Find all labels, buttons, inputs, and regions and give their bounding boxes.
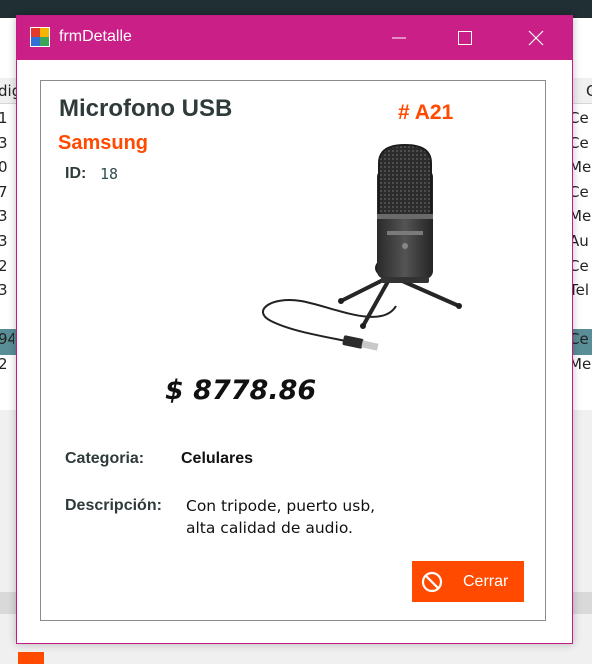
- category-value: Celulares: [181, 450, 254, 467]
- grid-cell-left: 1: [0, 306, 8, 324]
- grid-header-left: dig: [0, 82, 16, 100]
- product-price: $ 8778.86: [165, 375, 317, 406]
- description-line: Con tripode, puerto usb,: [186, 497, 376, 515]
- grid-cell-left: 0: [0, 158, 8, 176]
- id-label: ID:: [65, 165, 87, 182]
- grid-cell-left: 3: [0, 134, 8, 152]
- ban-icon: [421, 571, 443, 592]
- minimize-icon: [392, 37, 406, 39]
- usb-microphone-image: [262, 143, 462, 351]
- grid-cell-left: 2: [0, 355, 8, 373]
- cerrar-button[interactable]: Cerrar: [412, 561, 524, 602]
- description-label: Descripción:: [65, 497, 162, 514]
- window-title: frmDetalle: [59, 28, 132, 45]
- description-value: Con tripode, puerto usb, alta calidad de…: [186, 495, 486, 539]
- grid-cell-left: 3: [0, 281, 8, 299]
- cerrar-button-label: Cerrar: [463, 572, 509, 590]
- maximize-button[interactable]: [442, 16, 488, 60]
- detail-window: frmDetalle Microfono USB # A21 Samsung I…: [16, 15, 573, 644]
- product-brand: Samsung: [58, 132, 149, 154]
- grid-cell-left: 3: [0, 232, 8, 250]
- window-titlebar[interactable]: frmDetalle: [17, 16, 572, 60]
- product-code: # A21: [398, 101, 454, 124]
- grid-header-right: C: [586, 82, 592, 100]
- grid-cell-left: 94: [0, 330, 14, 348]
- grid-cell-left: 1: [0, 109, 8, 127]
- id-value: 18: [100, 165, 119, 183]
- grid-cell-left: 7: [0, 183, 8, 201]
- minimize-button[interactable]: [376, 16, 422, 60]
- product-name: Microfono USB: [59, 95, 233, 122]
- close-window-button[interactable]: [513, 16, 559, 60]
- product-detail-card: Microfono USB # A21 Samsung ID: 18 $ 877…: [40, 80, 546, 621]
- category-label: Categoria:: [65, 450, 145, 467]
- description-line: alta calidad de audio.: [186, 519, 353, 537]
- grid-cell-left: 3: [0, 207, 8, 225]
- app-icon: [30, 27, 50, 47]
- close-icon: [528, 30, 544, 46]
- maximize-icon: [458, 31, 472, 45]
- background-button[interactable]: [18, 652, 44, 664]
- grid-cell-left: 2: [0, 257, 8, 275]
